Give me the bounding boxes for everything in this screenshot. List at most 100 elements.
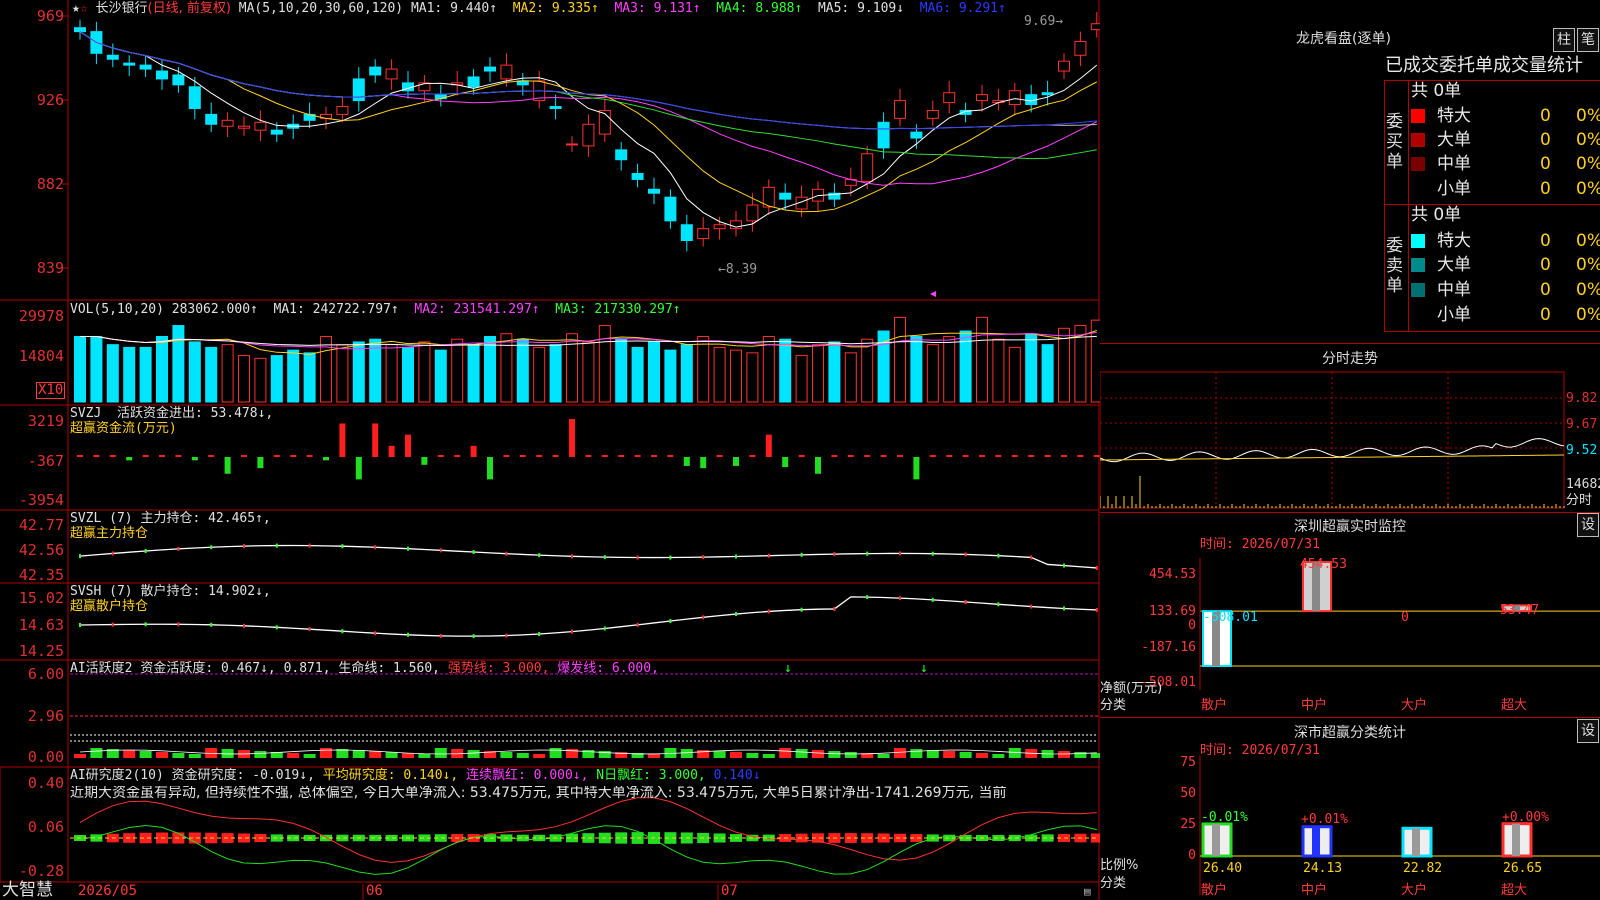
monitor-settings-button[interactable]: 设	[1577, 513, 1599, 537]
ai2-header: AI研究度2(10) 资金研究度: -0.019↓, 平均研究度: 0.140↓…	[70, 768, 761, 783]
fund-flow-bar	[979, 455, 985, 457]
fund-flow-bar	[831, 455, 838, 457]
category-label: 中户	[1301, 698, 1328, 713]
chart-mode: (日线, 前复权)	[147, 1, 231, 16]
ai2-axis-label: 0.40	[27, 774, 64, 792]
activity-bar	[943, 751, 956, 758]
holding-tick	[866, 595, 869, 600]
candle-body	[123, 62, 136, 66]
buy-row-label: 大单	[1437, 130, 1471, 150]
fund-flow-bar	[109, 455, 116, 457]
holding-line	[79, 596, 1097, 637]
ai2-commentary: 近期大资金虽有异动, 但持续性不强, 总体偏空, 今日大单净流入: 53.475…	[70, 786, 1007, 801]
sz-monitor-title: 深圳超赢实时监控	[1294, 519, 1406, 535]
activity-bar	[90, 748, 103, 758]
ma120-line	[79, 31, 1097, 130]
ai1-lifeline: 生命线: 1.560,	[338, 661, 440, 676]
favorite-star-icon[interactable]: ★	[72, 1, 80, 16]
intraday-chart[interactable]	[1100, 368, 1600, 513]
candle-body	[697, 228, 710, 240]
volume-bar	[746, 352, 759, 403]
candle-body	[172, 74, 185, 86]
svzl-label: 主力持仓: 42.465↑,	[140, 511, 271, 526]
fund-flow-bar	[1011, 455, 1018, 457]
volume-bar	[598, 325, 611, 403]
candle-body	[1074, 40, 1087, 56]
volume-bar	[74, 335, 86, 403]
volume-bar	[549, 344, 562, 403]
candle-body	[500, 64, 513, 80]
bookmark-icon[interactable]: ☆	[80, 1, 88, 16]
sell-row-count: 0	[1540, 255, 1551, 275]
ai2-nday: N日飘红: 3.000,	[596, 768, 706, 783]
fund-flow-bar	[257, 457, 264, 469]
monitor-value-super: 53.47	[1500, 603, 1540, 618]
holding-tick	[505, 551, 508, 556]
category-label: 大户	[1401, 883, 1428, 898]
activity-bar	[303, 754, 316, 758]
fund-flow-bar	[159, 455, 165, 457]
candle-body	[336, 106, 349, 115]
fund-flow-bar	[290, 455, 297, 457]
volume-bar	[844, 352, 857, 403]
activity-bar	[385, 752, 398, 758]
vol-axis-label: 29978	[18, 307, 64, 325]
ma-spec: MA(5,10,20,30,60,120)	[238, 1, 404, 16]
panel-frames	[0, 0, 1100, 900]
tick-mode-button[interactable]: 笔	[1577, 28, 1599, 52]
fund-flow-bar	[77, 455, 83, 457]
vol-ma2: MA2: 231541.297↑	[414, 302, 540, 317]
lock-icon[interactable]: ▤	[1084, 884, 1091, 899]
ratio-unit: 比例%	[1100, 858, 1139, 873]
volume-bar	[418, 341, 431, 403]
volume-bars	[74, 316, 1100, 403]
category-label: 大户	[1401, 698, 1428, 713]
holding-tick	[603, 555, 606, 560]
volume-bar	[1058, 327, 1070, 403]
holding-tick	[144, 622, 147, 627]
intraday-title: 分时走势	[1322, 351, 1378, 367]
candle-body	[484, 66, 496, 72]
vol-unit-badge[interactable]: X10	[36, 382, 66, 399]
date-label: 06	[366, 883, 383, 899]
volume-bar	[352, 341, 365, 403]
category-label: 散户	[1201, 698, 1228, 713]
sell-row-count: 0	[1540, 280, 1551, 300]
bar-mode-button[interactable]: 柱	[1553, 28, 1575, 52]
activity-bar	[188, 754, 201, 758]
svzj-label: 活跃资金进出: 53.478↓,	[116, 406, 274, 421]
sell-row-pct: 0%	[1576, 305, 1600, 325]
fund-flow-bar	[601, 455, 608, 457]
main-chart-svg[interactable]: ↓ ↓	[0, 0, 1100, 900]
fund-flow-bar	[339, 423, 346, 457]
activity-bar	[500, 752, 513, 758]
activity-bar	[1090, 753, 1100, 758]
holding-tick	[702, 555, 705, 560]
sell-row-label: 中单	[1437, 280, 1471, 300]
fund-flow-bar	[585, 455, 592, 457]
activity-bar	[139, 751, 152, 758]
fund-flow-bar	[667, 455, 674, 457]
class-bar-shade	[1412, 828, 1420, 856]
svsh-spec: SVSH (7)	[70, 584, 133, 599]
volume-bar	[926, 344, 939, 403]
holding-tick	[767, 609, 770, 614]
candle-body	[221, 119, 234, 127]
holding-tick	[702, 615, 705, 620]
monitor-value-retail: -508.01	[1203, 610, 1258, 625]
candle-body	[270, 129, 283, 135]
holding-tick	[1063, 563, 1065, 568]
monitor-axis-label: 0	[1188, 618, 1196, 633]
date-label: 07	[721, 883, 738, 899]
activity-bar	[795, 749, 808, 758]
candle-body	[861, 153, 874, 182]
volume-bar	[1041, 344, 1054, 403]
volume-bar	[713, 346, 726, 403]
holding-tick	[1063, 606, 1065, 611]
vol-ma3: MA3: 217330.297↑	[555, 302, 681, 317]
activity-bar	[877, 754, 890, 758]
class-settings-button[interactable]: 设	[1577, 719, 1599, 743]
holding-tick	[111, 622, 114, 627]
svzl-sublabel: 超赢主力持仓	[70, 526, 149, 541]
sell-row-count: 0	[1540, 231, 1551, 251]
